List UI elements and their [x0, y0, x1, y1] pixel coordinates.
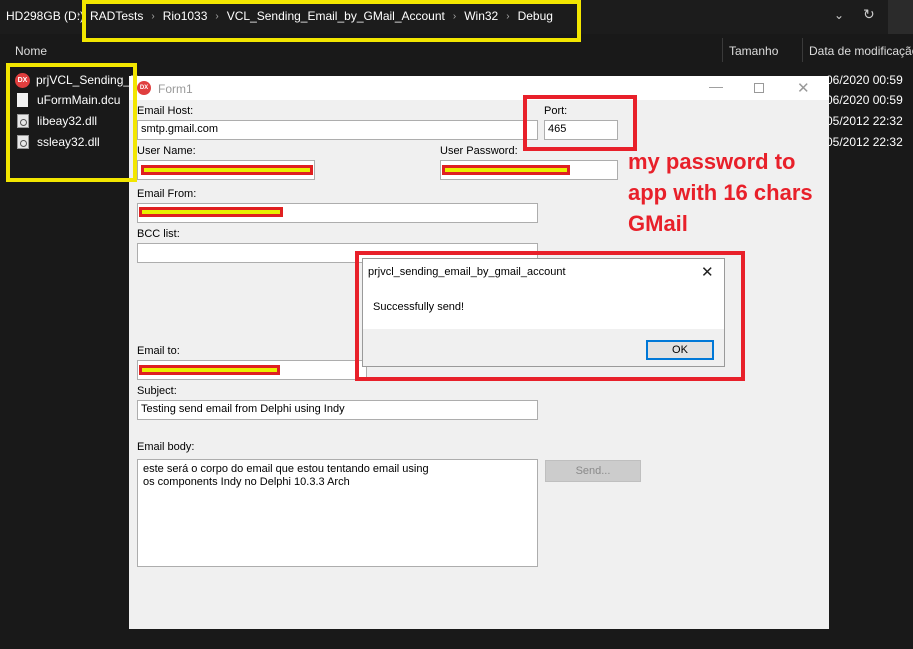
subject-input[interactable]: Testing send email from Delphi using Ind… — [137, 400, 538, 420]
highlight-box-port — [523, 95, 637, 151]
user-password-label: User Password: — [440, 145, 518, 157]
minimize-icon[interactable]: — — [709, 78, 723, 94]
refresh-icon[interactable]: ↻ — [863, 6, 875, 23]
annotation-line: GMail — [628, 211, 688, 236]
user-name-label: User Name: — [137, 145, 196, 157]
annotation-line: my password to — [628, 149, 796, 174]
drive-label[interactable]: HD298GB (D:) — [6, 9, 84, 23]
column-divider[interactable] — [802, 38, 803, 62]
column-name[interactable]: Nome — [15, 44, 47, 58]
email-host-input[interactable]: smtp.gmail.com — [137, 120, 538, 140]
subject-label: Subject: — [137, 385, 177, 397]
window-title: Form1 — [158, 82, 193, 96]
file-date: 05/2012 22:32 — [826, 114, 903, 128]
file-date: 06/2020 00:59 — [826, 93, 903, 107]
maximize-icon[interactable] — [754, 83, 764, 93]
redaction-bar — [442, 165, 570, 175]
redaction-bar — [139, 207, 283, 217]
email-body-label: Email body: — [137, 441, 195, 453]
chevron-down-icon[interactable]: ⌄ — [834, 8, 844, 22]
annotation-line: app with 16 chars — [628, 180, 813, 205]
column-size[interactable]: Tamanho — [729, 44, 778, 58]
column-divider[interactable] — [722, 38, 723, 62]
chevron-right-icon[interactable]: › — [77, 9, 80, 20]
highlight-box-dialog — [355, 251, 745, 381]
delphi-app-icon: DX — [137, 81, 151, 95]
body-line: os components Indy no Delphi 10.3.3 Arch — [143, 476, 350, 488]
redaction-bar — [141, 165, 313, 175]
email-body-memo[interactable]: este será o corpo do email que estou ten… — [137, 459, 538, 567]
title-bar[interactable]: DX Form1 — ✕ — [129, 76, 829, 100]
search-box[interactable] — [888, 0, 913, 34]
close-icon[interactable]: ✕ — [797, 79, 810, 97]
send-button[interactable]: Send... — [545, 460, 641, 482]
bcc-label: BCC list: — [137, 228, 180, 240]
file-date: 06/2020 00:59 — [826, 73, 903, 87]
email-from-label: Email From: — [137, 188, 197, 200]
annotation-note: my password to app with 16 chars GMail — [628, 146, 868, 239]
redaction-bar — [139, 365, 280, 375]
highlight-box-files — [6, 63, 137, 182]
email-host-label: Email Host: — [137, 105, 194, 117]
body-line: este será o corpo do email que estou ten… — [143, 463, 429, 475]
email-to-label: Email to: — [137, 345, 180, 357]
column-date[interactable]: Data de modificação — [809, 44, 913, 58]
highlight-box-breadcrumb — [82, 0, 581, 42]
